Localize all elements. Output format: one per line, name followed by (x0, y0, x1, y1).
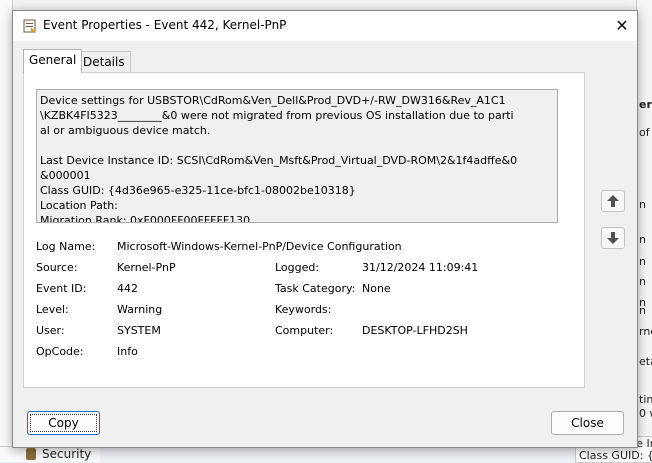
title-bar[interactable]: Event Properties - Event 442, Kernel-PnP… (13, 11, 637, 41)
next-event-button[interactable] (601, 227, 625, 249)
background-text: etail (639, 355, 652, 368)
event-id-value: 442 (117, 282, 138, 295)
background-text: rnel- (639, 325, 652, 338)
opcode-value: Info (117, 345, 138, 358)
copy-button[interactable]: Copy (27, 411, 100, 435)
source-label: Source: (36, 261, 78, 274)
close-button[interactable]: Close (551, 411, 624, 435)
computer-label: Computer: (275, 324, 334, 337)
general-tab-panel: Device settings for USBSTOR\CdRom&Ven_De… (23, 72, 585, 388)
dialog-title: Event Properties - Event 442, Kernel-PnP (43, 18, 287, 32)
user-value: SYSTEM (117, 324, 161, 337)
background-text: n (639, 198, 646, 211)
level-label: Level: (36, 303, 69, 316)
background-text: n (639, 255, 646, 268)
opcode-label: OpCode: (36, 345, 84, 358)
background-text: of (639, 126, 650, 139)
keywords-label: Keywords: (275, 303, 332, 316)
background-text: er (639, 98, 652, 111)
event-id-label: Event ID: (36, 282, 87, 295)
computer-value: DESKTOP-LFHD2SH (362, 324, 468, 337)
logged-label: Logged: (275, 261, 320, 274)
logged-value: 31/12/2024 11:09:41 (362, 261, 479, 274)
event-viewer-app-icon (23, 19, 37, 33)
tab-details[interactable]: Details (77, 51, 131, 72)
background-text: n (639, 304, 646, 317)
background-text: n (639, 275, 646, 288)
background-text: 0 w (639, 407, 652, 420)
event-description-box[interactable]: Device settings for USBSTOR\CdRom&Ven_De… (36, 89, 558, 223)
source-value: Kernel-PnP (117, 261, 176, 274)
user-label: User: (36, 324, 65, 337)
task-category-value: None (362, 282, 391, 295)
close-icon[interactable]: ✕ (607, 11, 637, 41)
background-actions-pane: er of n n n n n n rnel- etail ting 0 w (636, 0, 652, 461)
background-text: Security (42, 447, 92, 461)
background-tree-item-security[interactable]: Security (0, 446, 100, 462)
level-value: Warning (117, 303, 163, 316)
task-category-label: Task Category: (275, 282, 356, 295)
background-text: Class GUID: {4 (579, 449, 652, 462)
event-properties-dialog: Event Properties - Event 442, Kernel-PnP… (12, 10, 638, 448)
event-description-text: Device settings for USBSTOR\CdRom&Ven_De… (40, 94, 518, 223)
background-text: n (639, 233, 646, 246)
previous-event-button[interactable] (601, 190, 625, 212)
security-log-icon (26, 448, 36, 460)
log-name-label: Log Name: (36, 240, 96, 253)
log-name-value: Microsoft-Windows-Kernel-PnP/Device Conf… (117, 240, 402, 253)
background-text: ting (639, 393, 652, 406)
tab-general[interactable]: General (23, 49, 83, 73)
